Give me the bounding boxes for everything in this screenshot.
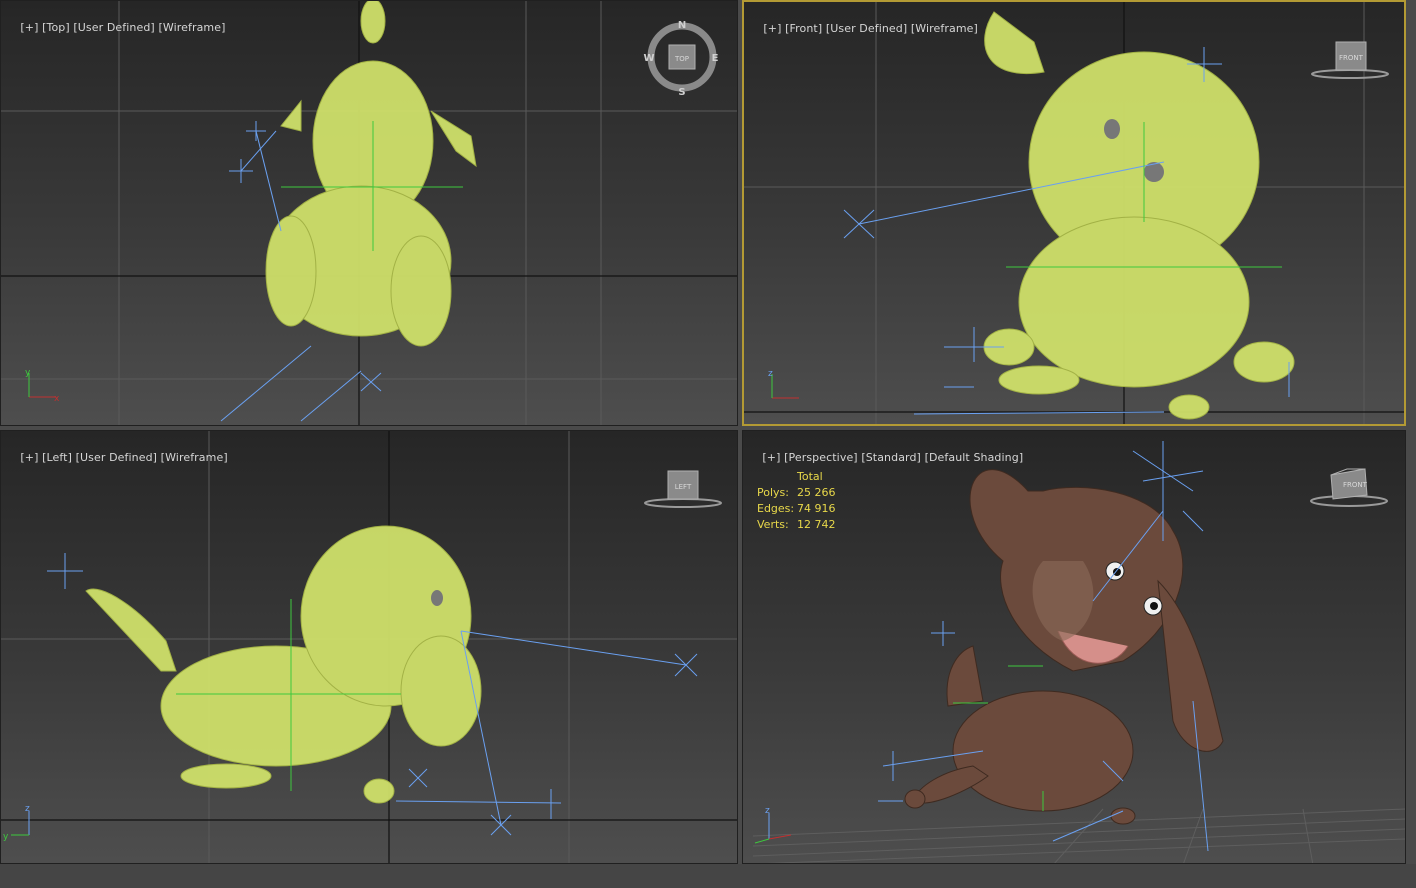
viewcube-face-label: LEFT — [675, 483, 692, 491]
shading-label[interactable]: [Wireframe] — [911, 22, 978, 35]
view-point-label[interactable]: [Top] — [42, 21, 70, 34]
axis-z-label-perspective: z — [765, 806, 770, 816]
viewcube-left[interactable]: LEFT — [641, 469, 725, 511]
viewport-left[interactable]: z y [+] [Left] [User Defined] [Wireframe… — [0, 430, 738, 864]
stats-row-edges: Edges: 74 916 — [757, 502, 836, 515]
stats-header: Total — [797, 470, 823, 483]
eye-left-front — [1104, 119, 1120, 139]
axis-y-label-top: y — [25, 368, 31, 378]
compass-east: E — [712, 53, 719, 64]
viewport-top[interactable]: x y [+] [Top] [User Defined] [Wireframe]… — [0, 0, 738, 426]
axis-z-label-left: z — [25, 804, 30, 814]
shading-label[interactable]: [Wireframe] — [161, 451, 228, 464]
viewport-plus-menu[interactable]: [+] — [20, 451, 38, 464]
compass-west: W — [643, 53, 654, 64]
viewport-label-top[interactable]: [+] [Top] [User Defined] [Wireframe] — [6, 8, 225, 47]
view-mode-label[interactable]: [User Defined] — [73, 21, 154, 34]
compass-south: S — [678, 87, 685, 98]
axis-x-label-top: x — [54, 394, 60, 404]
viewport-plus-menu[interactable]: [+] — [763, 22, 781, 35]
viewcube-compass-top[interactable]: TOP N S E W — [639, 17, 725, 99]
viewport-plus-menu[interactable]: [+] — [762, 451, 780, 464]
viewcube-face-label: FRONT — [1343, 481, 1368, 489]
viewport-front[interactable]: z [+] [Front] [User Defined] [Wireframe]… — [742, 0, 1406, 426]
view-mode-label[interactable]: [Standard] — [861, 451, 921, 464]
ground-grid — [752, 808, 1405, 863]
axis-tripod-front: z — [768, 369, 799, 399]
dog-wireframe-top — [265, 1, 477, 347]
viewcube-face-label: TOP — [674, 55, 689, 63]
axis-z-label-front: z — [768, 369, 773, 379]
eye-left-view — [431, 590, 443, 606]
viewport-label-front[interactable]: [+] [Front] [User Defined] [Wireframe] — [749, 9, 978, 48]
viewport-perspective[interactable]: z [+] [Perspective] [Standard] [Default … — [742, 430, 1406, 864]
top-scene: x y — [1, 1, 737, 425]
viewport-label-left[interactable]: [+] [Left] [User Defined] [Wireframe] — [6, 438, 228, 477]
view-point-label[interactable]: [Perspective] — [784, 451, 858, 464]
view-point-label[interactable]: [Front] — [785, 22, 822, 35]
view-point-label[interactable]: [Left] — [42, 451, 72, 464]
view-mode-label[interactable]: [User Defined] — [76, 451, 157, 464]
scene-statistics: Total Polys: 25 266 Edges: 74 916 Verts: 12… — [757, 469, 836, 533]
axis-tripod-perspective: z — [754, 806, 792, 844]
shading-label[interactable]: [Default Shading] — [925, 451, 1024, 464]
dog-wireframe-front — [983, 11, 1295, 420]
front-scene: z — [744, 2, 1404, 424]
compass-north: N — [678, 20, 686, 31]
dog-shaded-model — [904, 469, 1224, 825]
bottom-status-strip — [0, 864, 1416, 888]
left-scene: z y — [1, 431, 737, 863]
axis-y-label-left: y — [3, 832, 9, 842]
viewcube-face-label: FRONT — [1339, 54, 1364, 62]
axis-tripod-left: z y — [3, 804, 30, 842]
stats-row-verts: Verts: 12 742 — [757, 518, 836, 531]
stats-row-polys: Polys: 25 266 — [757, 486, 836, 499]
viewport-plus-menu[interactable]: [+] — [20, 21, 38, 34]
view-mode-label[interactable]: [User Defined] — [826, 22, 907, 35]
dog-wireframe-left — [85, 525, 482, 804]
viewcube-front[interactable]: FRONT — [1308, 40, 1392, 82]
viewcube-perspective[interactable]: FRONT — [1307, 465, 1391, 511]
axis-tripod-top: x y — [25, 368, 60, 404]
shading-label[interactable]: [Wireframe] — [158, 21, 225, 34]
